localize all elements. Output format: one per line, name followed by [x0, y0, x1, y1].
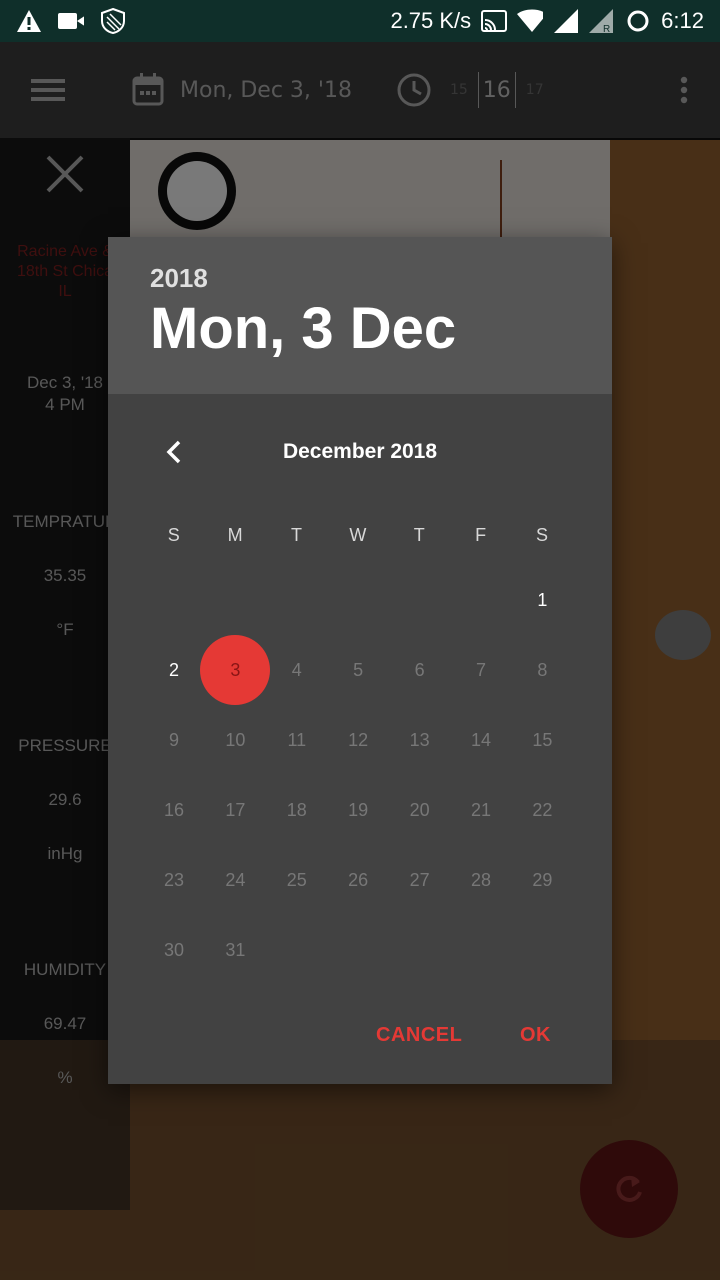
calendar-day: 15 — [532, 729, 553, 750]
calendar-day: 27 — [409, 869, 430, 890]
ok-button[interactable]: OK — [520, 1017, 551, 1053]
weekday-label: T — [413, 524, 425, 545]
video-icon — [58, 8, 84, 34]
weekday-label: T — [290, 524, 302, 545]
calendar-day: 19 — [348, 799, 369, 820]
calendar-day[interactable]: 1 — [507, 565, 577, 635]
calendar-day: 13 — [409, 729, 430, 750]
calendar-day: 25 — [286, 869, 307, 890]
calendar-day: 8 — [537, 659, 548, 680]
calendar-day: 9 — [168, 729, 179, 750]
calendar-day: 11 — [287, 729, 307, 750]
calendar-day-selected[interactable]: 3 — [200, 635, 271, 705]
date-picker-dialog: 2018 Mon, 3 Dec December 2018 SMTWTFS 12… — [108, 237, 612, 1084]
calendar-day: 5 — [353, 659, 364, 680]
calendar-day: 24 — [225, 869, 246, 890]
month-navigation: December 2018 — [108, 394, 612, 504]
year-selector[interactable]: 2018 — [150, 263, 208, 294]
loading-icon — [625, 8, 651, 34]
cancel-button[interactable]: CANCEL — [376, 1017, 462, 1053]
selected-date-display[interactable]: Mon, 3 Dec — [150, 295, 456, 362]
weekday-label: W — [349, 524, 367, 545]
svg-text:R: R — [603, 24, 610, 33]
calendar-day: 29 — [532, 869, 553, 890]
signal-icon — [553, 8, 579, 34]
calendar-day: 4 — [291, 659, 302, 680]
weekday-header: SMTWTFS — [108, 504, 612, 566]
calendar-day: 20 — [409, 799, 430, 820]
weekday-label: M — [227, 524, 243, 545]
calendar-day[interactable]: 2 — [139, 635, 209, 705]
status-bar: 2.75 K/s R 6:12 — [0, 0, 720, 42]
calendar-day: 18 — [286, 799, 307, 820]
weekday-label: S — [536, 524, 549, 545]
alert-icon — [16, 8, 42, 34]
calendar-day: 21 — [470, 799, 492, 820]
calendar-day: 31 — [225, 939, 246, 960]
weekday-label: S — [167, 524, 180, 545]
month-title: December 2018 — [282, 440, 438, 463]
shield-icon — [100, 8, 126, 34]
calendar-day: 10 — [225, 729, 246, 750]
calendar-day: 16 — [163, 799, 185, 820]
calendar-day: 22 — [532, 799, 553, 820]
network-speed: 2.75 K/s — [390, 8, 472, 33]
signal-roaming-icon: R — [589, 8, 615, 34]
wifi-icon — [517, 8, 544, 34]
status-time: 6:12 — [661, 8, 704, 33]
calendar-day: 28 — [470, 869, 492, 890]
calendar-day: 30 — [163, 939, 185, 960]
calendar-day: 6 — [414, 659, 425, 680]
calendar-day: 12 — [348, 729, 369, 750]
calendar-day: 23 — [163, 869, 185, 890]
weekday-label: F — [475, 524, 487, 545]
cast-icon — [481, 8, 508, 34]
calendar-day: 7 — [475, 659, 486, 680]
dialog-actions: CANCEL OK — [108, 1017, 612, 1073]
date-picker-header: 2018 Mon, 3 Dec — [108, 237, 612, 394]
calendar-day: 26 — [348, 869, 369, 890]
calendar-day: 14 — [470, 729, 492, 750]
calendar-day: 17 — [225, 799, 246, 820]
